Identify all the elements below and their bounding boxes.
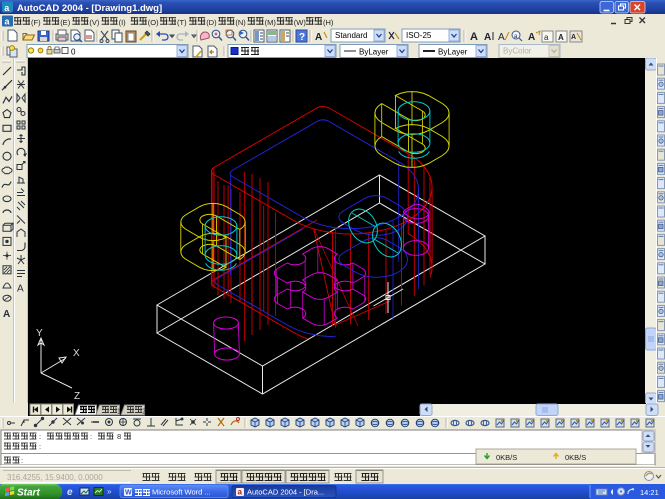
svg-text:Z: Z bbox=[74, 391, 80, 402]
svg-text:(V): (V) bbox=[89, 18, 100, 27]
svg-text:a: a bbox=[544, 33, 549, 42]
svg-text::: : bbox=[39, 442, 41, 451]
svg-text:316.4255, 15.9400, 0.0000: 316.4255, 15.9400, 0.0000 bbox=[7, 473, 103, 482]
svg-text:0: 0 bbox=[71, 48, 76, 57]
svg-text::: : bbox=[90, 432, 92, 441]
svg-text:A: A bbox=[571, 34, 576, 41]
svg-text::: : bbox=[21, 456, 23, 465]
svg-text:A: A bbox=[3, 309, 10, 320]
svg-text:(W): (W) bbox=[294, 18, 307, 27]
svg-text:A: A bbox=[484, 32, 491, 43]
svg-text:Microsoft Word ...: Microsoft Word ... bbox=[152, 488, 211, 497]
svg-text:A: A bbox=[17, 284, 24, 295]
svg-text:Y: Y bbox=[36, 328, 43, 339]
svg-text:A: A bbox=[315, 32, 322, 43]
svg-text:(D): (D) bbox=[206, 18, 217, 27]
svg-text:e: e bbox=[67, 487, 73, 498]
svg-text:AutoCAD 2004 - [Dra...: AutoCAD 2004 - [Dra... bbox=[247, 488, 324, 497]
svg-text:ByLayer: ByLayer bbox=[359, 48, 389, 57]
svg-text:ByLayer: ByLayer bbox=[438, 48, 468, 57]
svg-text:1: 1 bbox=[117, 409, 121, 416]
svg-text:X: X bbox=[73, 348, 80, 359]
svg-text:Standard: Standard bbox=[335, 31, 367, 40]
svg-text:A: A bbox=[498, 32, 505, 43]
svg-text:2: 2 bbox=[142, 409, 146, 416]
svg-text:0KB/S: 0KB/S bbox=[565, 453, 586, 462]
svg-text:(M): (M) bbox=[265, 18, 277, 27]
svg-text:W: W bbox=[125, 490, 132, 497]
svg-text:(N): (N) bbox=[235, 18, 246, 27]
svg-text:AutoCAD 2004 - [Drawing1.dwg]: AutoCAD 2004 - [Drawing1.dwg] bbox=[17, 3, 162, 14]
svg-text::: : bbox=[39, 432, 41, 441]
svg-text:Start: Start bbox=[17, 488, 40, 499]
svg-text:(E): (E) bbox=[60, 18, 70, 27]
svg-text:ByColor: ByColor bbox=[503, 47, 532, 56]
svg-text:(H): (H) bbox=[323, 18, 334, 27]
svg-text:(F): (F) bbox=[31, 18, 41, 27]
svg-text:A: A bbox=[558, 33, 564, 42]
svg-text:A: A bbox=[528, 32, 535, 43]
svg-text:(O): (O) bbox=[148, 18, 159, 27]
svg-text:14:21: 14:21 bbox=[640, 488, 659, 497]
svg-text:A: A bbox=[470, 31, 478, 43]
svg-text:0KB/S: 0KB/S bbox=[496, 453, 517, 462]
svg-text:ISO-25: ISO-25 bbox=[406, 31, 432, 40]
svg-text:»: » bbox=[107, 487, 112, 496]
svg-text:a: a bbox=[238, 488, 243, 497]
svg-text:?: ? bbox=[299, 32, 305, 43]
svg-text:(T): (T) bbox=[177, 18, 187, 27]
svg-text:8: 8 bbox=[117, 432, 121, 441]
svg-text:(I): (I) bbox=[119, 18, 127, 27]
